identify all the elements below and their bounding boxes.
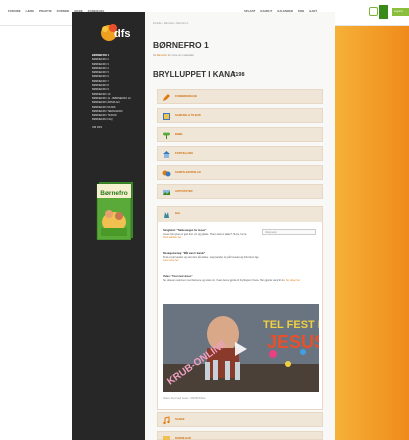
nav-link[interactable]: LÆRE bbox=[26, 10, 34, 13]
image-icon bbox=[163, 190, 170, 195]
section-label: Aktiviteter bbox=[175, 190, 193, 193]
nav-link[interactable]: FORSIDE bbox=[57, 10, 70, 13]
paragraph-link[interactable]: Hent teksten her bbox=[163, 236, 181, 239]
section-bibel[interactable]: Bibel bbox=[157, 127, 323, 142]
page-subtitle: Se Børnefro for mere om materialet bbox=[153, 54, 194, 57]
section-label: Bibel bbox=[175, 133, 184, 136]
music-icon bbox=[163, 416, 170, 425]
paragraph-song: Sangtekst: "Takkesangen for Jesus" Jesus… bbox=[163, 229, 263, 240]
paragraph-link[interactable]: Læs mere her bbox=[163, 259, 179, 262]
login-button[interactable]: Log ind bbox=[392, 8, 409, 16]
section-samtale[interactable]: Samtaleforslag bbox=[157, 165, 323, 180]
book-cover-image[interactable]: Børnefro bbox=[95, 180, 137, 240]
section-sange[interactable]: Sange bbox=[157, 412, 323, 427]
plant-icon bbox=[163, 132, 170, 139]
lesson-number: T198 bbox=[232, 72, 245, 78]
paragraph-title: Bevægelsesleg: "Mål vand i kande" bbox=[163, 252, 206, 255]
section-forberedelse[interactable]: Forberedelse bbox=[157, 89, 323, 104]
video-thumbnail: TEL FEST MED JESUS KRUB-ONLINE bbox=[163, 304, 319, 392]
paragraph-title: Sangtekst: "Takkesangen for Jesus" bbox=[163, 229, 207, 232]
paragraph-text: Jesus har givet os god fest, vin og glæd… bbox=[163, 232, 247, 236]
section-label: Fortælling bbox=[175, 152, 194, 155]
sidebar-menu: BØRNEFRO 1 BØRNEFRO 2 BØRNEFRO 3 BØRNEFR… bbox=[92, 54, 131, 130]
paragraph-activity: Bevægelsesleg: "Mål vand i kande" Find e… bbox=[163, 252, 263, 263]
pencil-icon bbox=[163, 94, 170, 101]
subtitle-suffix: for mere om materialet bbox=[167, 54, 194, 57]
breadcrumb[interactable]: Forside › Børnefro › Børnefro 1 bbox=[153, 22, 189, 25]
song-select[interactable]: Vælg sang bbox=[262, 229, 316, 235]
section-aktiviteter[interactable]: Aktiviteter bbox=[157, 184, 323, 199]
section-label: Forberedelse bbox=[175, 95, 198, 98]
section-header[interactable]: Bøn bbox=[158, 207, 322, 222]
cart-icon[interactable] bbox=[369, 7, 378, 16]
paragraph-title: Video: "Fest med Jesus" bbox=[163, 275, 193, 278]
paragraph-link[interactable]: Se video her bbox=[286, 279, 300, 282]
paragraph-text: Find et par kander og sæt dem på række. … bbox=[163, 255, 260, 259]
green-badge[interactable] bbox=[379, 5, 388, 19]
logo-text: dfs bbox=[114, 28, 131, 40]
hands-icon bbox=[164, 212, 169, 218]
section-bon-expanded: Bøn Sangtekst: "Takkesangen for Jesus" J… bbox=[157, 206, 323, 410]
lesson-title: BRYLLUPPET I KANA bbox=[153, 70, 236, 79]
section-download[interactable]: Download bbox=[157, 431, 323, 440]
video-player[interactable]: TEL FEST MED JESUS KRUB-ONLINE bbox=[163, 304, 319, 392]
house-icon bbox=[163, 151, 170, 158]
subtitle-link[interactable]: Børnefro bbox=[157, 54, 167, 57]
paragraph-text: Se videoen sammen med børnene og snak om… bbox=[163, 278, 286, 282]
paragraph-video: Video: "Fest med Jesus" Se videoen samme… bbox=[163, 275, 313, 282]
video-title-line2: JESUS bbox=[267, 332, 319, 352]
section-label: Samtaleforslag bbox=[175, 171, 201, 174]
sidebar-item-about[interactable]: OM DFS bbox=[92, 126, 131, 130]
section-samling[interactable]: Samling & Tilbud bbox=[157, 108, 323, 123]
dfs-logo[interactable]: dfs bbox=[99, 20, 137, 46]
section-label: Samling & Tilbud bbox=[175, 114, 201, 117]
book-icon bbox=[163, 113, 170, 120]
nav-link[interactable]: PRAKTIK bbox=[39, 10, 52, 13]
video-title-line1: TEL FEST MED bbox=[263, 319, 319, 331]
section-label: Sange bbox=[175, 418, 185, 421]
download-icon bbox=[163, 436, 170, 440]
speech-bubbles-icon bbox=[162, 170, 171, 177]
video-caption: Video: Fest med Jesus - KRUB Online bbox=[163, 397, 206, 400]
book-title: Børnefro bbox=[100, 190, 127, 197]
section-fortaelling[interactable]: Fortælling bbox=[157, 146, 323, 161]
sidebar-item[interactable]: BØRNEFRO FAQ bbox=[92, 118, 131, 122]
nav-link[interactable]: FORSIDE bbox=[8, 10, 21, 13]
section-label: Bøn bbox=[175, 212, 181, 215]
page-title: BØRNEFRO 1 bbox=[153, 40, 209, 50]
